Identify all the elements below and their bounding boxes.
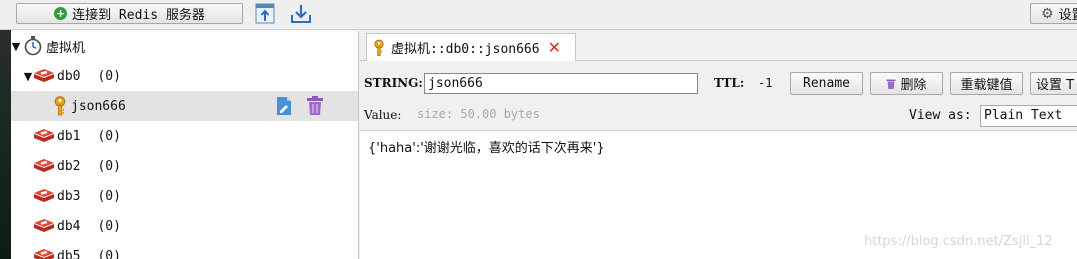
desktop-edge: sy <box>0 0 11 259</box>
view-as-select[interactable]: Plain Text <box>980 105 1077 127</box>
delete-label: 删除 <box>900 78 927 93</box>
value-text[interactable]: {'haha':'谢谢光临，喜欢的话下次再来'} <box>368 137 605 156</box>
watermark: https://blog.csdn.net/Zsjll_12 <box>864 234 1053 249</box>
import-icon[interactable] <box>255 3 275 24</box>
tab-title: 虚拟机::db0::json666 <box>391 42 540 57</box>
db-name: db1 <box>57 128 81 144</box>
tree-db-node[interactable]: ▼ db0 (0) <box>11 61 358 91</box>
tree-db-node[interactable]: db5 (0) <box>11 241 358 259</box>
edit-file-icon[interactable] <box>275 96 293 116</box>
connect-server-label: 连接到 Redis 服务器 <box>72 8 205 23</box>
tree-db-node[interactable]: db2 (0) <box>11 151 358 181</box>
db-name: db2 <box>57 158 81 174</box>
tree-db-node[interactable]: db1 (0) <box>11 121 358 151</box>
tree-key-node[interactable]: json666 <box>11 91 358 121</box>
add-icon: + <box>54 7 68 20</box>
gear-icon: ⚙ <box>1041 5 1054 22</box>
connection-tree: ▼ 虚拟机 ▼ db0 (0) json666 db1 (0) db2 (0) … <box>11 31 359 259</box>
redis-db-icon <box>34 69 54 82</box>
redis-db-icon <box>34 189 54 202</box>
db-count: (0) <box>97 158 121 174</box>
ttl-value: -1 <box>758 76 773 90</box>
db-count: (0) <box>97 248 121 259</box>
tree-db-node[interactable]: db4 (0) <box>11 211 358 241</box>
value-header: Value: size: 50.00 bytes View as: Plain … <box>360 104 1077 130</box>
export-download-icon[interactable] <box>290 4 312 24</box>
db-count: (0) <box>97 128 121 144</box>
value-size-hint: size: 50.00 bytes <box>417 107 540 121</box>
delete-button[interactable]: 删除 <box>870 72 943 95</box>
tree-server-node[interactable]: ▼ 虚拟机 <box>11 31 358 61</box>
db-name: db3 <box>57 188 81 204</box>
tab-key-view[interactable]: 虚拟机::db0::json666 ✕ <box>366 33 576 61</box>
redis-db-icon <box>34 129 54 142</box>
key-icon <box>54 96 66 116</box>
main-toolbar: + 连接到 Redis 服务器 ⚙ 设置 <box>0 0 1077 30</box>
connect-server-button[interactable]: + 连接到 Redis 服务器 <box>16 3 243 24</box>
server-name: 虚拟机 <box>46 40 86 56</box>
ttl-label: TTL: <box>714 76 745 90</box>
db-name: db4 <box>57 218 81 234</box>
rename-button[interactable]: Rename <box>790 72 863 95</box>
db-count: (0) <box>97 188 121 204</box>
trash-icon <box>887 79 896 89</box>
trash-icon[interactable] <box>306 96 324 116</box>
settings-label: 设置 <box>1058 8 1077 23</box>
expand-triangle-icon[interactable]: ▼ <box>23 70 33 83</box>
settings-button[interactable]: ⚙ 设置 <box>1030 3 1077 24</box>
value-editor[interactable]: {'haha':'谢谢光临，喜欢的话下次再来'} https://blog.cs… <box>360 130 1077 259</box>
redis-db-icon <box>34 159 54 172</box>
key-header: STRING: json666 TTL: -1 Rename 删除 重载键值 设… <box>360 62 1077 104</box>
db-count: (0) <box>97 218 121 234</box>
db-name: db0 <box>57 68 81 84</box>
key-icon <box>374 39 384 56</box>
set-ttl-label: 设置 T <box>1036 78 1075 93</box>
value-label: Value: <box>364 108 402 122</box>
key-name-input[interactable]: json666 <box>424 73 698 94</box>
view-as-label: View as: <box>909 108 972 123</box>
key-type-label: STRING: <box>364 76 423 90</box>
key-name: json666 <box>71 98 126 114</box>
reload-value-label: 重载键值 <box>960 78 1013 93</box>
tab-bar: 虚拟机::db0::json666 ✕ <box>360 31 1077 61</box>
expand-triangle-icon[interactable]: ▼ <box>11 40 21 53</box>
db-count: (0) <box>97 68 121 84</box>
redis-db-icon <box>34 219 54 232</box>
redis-db-icon <box>34 249 54 259</box>
rename-label: Rename <box>803 76 850 91</box>
db-name: db5 <box>57 248 81 259</box>
set-ttl-button[interactable]: 设置 T <box>1030 72 1077 95</box>
close-icon[interactable]: ✕ <box>548 38 561 57</box>
stopwatch-icon <box>24 36 42 56</box>
reload-value-button[interactable]: 重载键值 <box>950 72 1023 95</box>
tree-db-node[interactable]: db3 (0) <box>11 181 358 211</box>
